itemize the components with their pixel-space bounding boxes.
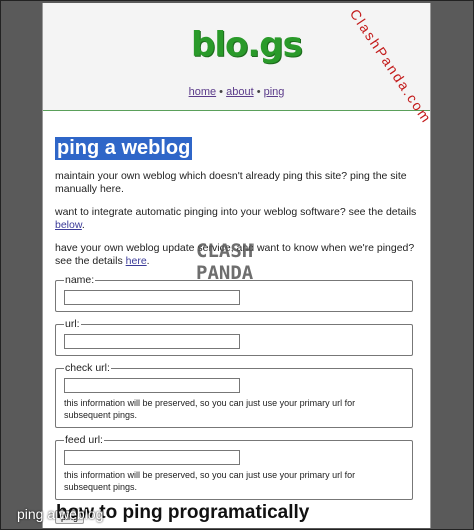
details-below-link[interactable]: below bbox=[55, 219, 82, 231]
check-url-fieldset: check url: this information will be pres… bbox=[55, 362, 413, 428]
details-here-link[interactable]: here bbox=[126, 255, 147, 267]
nav-separator: • bbox=[219, 86, 224, 98]
top-nav: home • about • ping bbox=[43, 86, 430, 98]
feed-url-hint: this information will be preserved, so y… bbox=[64, 470, 356, 492]
url-label: url: bbox=[65, 318, 80, 330]
feed-url-fieldset: feed url: this information will be prese… bbox=[55, 434, 413, 500]
integrate-text: want to integrate automatic pinging into… bbox=[55, 206, 417, 218]
nav-link-home[interactable]: home bbox=[189, 86, 217, 98]
page-title: ping a weblog bbox=[55, 137, 193, 160]
name-input[interactable] bbox=[64, 290, 240, 305]
url-input[interactable] bbox=[64, 334, 240, 349]
update-service-suffix: . bbox=[146, 255, 150, 267]
intro-paragraph: maintain your own weblog which doesn't a… bbox=[55, 170, 407, 195]
site-header: blo.gs home • about • ping bbox=[43, 3, 430, 111]
nav-link-ping[interactable]: ping bbox=[264, 86, 285, 98]
ping-form: name: url: check url: this information w… bbox=[55, 274, 418, 525]
name-label: name: bbox=[65, 274, 95, 286]
check-url-label: check url: bbox=[65, 362, 110, 374]
feed-url-input[interactable] bbox=[64, 450, 240, 465]
check-url-input[interactable] bbox=[64, 378, 240, 393]
image-caption: ping a weblog bbox=[17, 506, 104, 522]
feed-url-label: feed url: bbox=[65, 434, 103, 446]
watermark-center: CLASH PANDA bbox=[196, 240, 253, 284]
watermark-line-1: CLASH bbox=[196, 240, 254, 262]
check-url-hint: this information will be preserved, so y… bbox=[64, 398, 356, 420]
url-fieldset: url: bbox=[55, 318, 413, 356]
main-content: ping a weblog maintain your own weblog w… bbox=[43, 111, 430, 525]
integrate-paragraph: want to integrate automatic pinging into… bbox=[55, 206, 418, 232]
site-logo[interactable]: blo.gs bbox=[191, 25, 303, 65]
nav-separator: • bbox=[256, 86, 261, 98]
nav-link-about[interactable]: about bbox=[226, 86, 254, 98]
integrate-suffix: . bbox=[81, 219, 85, 231]
watermark-line-2: PANDA bbox=[196, 262, 254, 284]
